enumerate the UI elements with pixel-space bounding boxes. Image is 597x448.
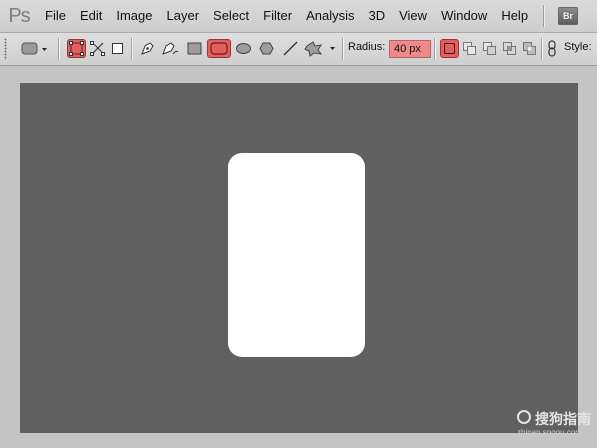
menu-3d[interactable]: 3D [361,5,392,27]
link-layer-style-button[interactable] [545,39,559,58]
options-divider [541,38,542,60]
pen-icon [141,42,154,55]
menu-image[interactable]: Image [109,5,159,27]
options-divider [342,38,343,60]
fill-pixels-button[interactable] [108,39,127,58]
freeform-pen-icon [162,42,179,55]
freeform-pen-tool-button[interactable] [160,39,179,58]
polygon-icon [259,42,274,55]
ellipse-tool-button[interactable] [234,39,253,58]
options-divider [58,38,59,60]
add-to-shape-area-button[interactable] [460,39,479,58]
intersect-shape-areas-icon [503,42,516,55]
custom-shape-tool-button[interactable] [304,39,338,58]
exclude-overlapping-areas-button[interactable] [520,39,539,58]
watermark-url: zhinan.sogou.com [517,428,582,437]
rounded-rectangle-tool-button[interactable] [207,39,231,58]
create-new-shape-layer-button[interactable] [440,39,459,58]
watermark-title: 搜狗指南 [535,411,591,427]
chevron-down-icon [330,47,335,50]
document-canvas[interactable]: 搜狗指南 zhinan.sogou.com [20,83,591,437]
shape-layers-icon [69,41,84,56]
line-icon [283,41,298,56]
new-shape-layer-icon [444,43,455,54]
radius-label: Radius: [348,41,386,53]
rectangle-tool-button[interactable] [185,39,204,58]
menu-edit[interactable]: Edit [73,5,109,27]
menu-file[interactable]: File [38,5,73,27]
ellipse-icon [236,43,251,54]
polygon-tool-button[interactable] [257,39,276,58]
bridge-button[interactable]: Br [558,7,579,25]
rounded-rectangle-icon [210,42,228,55]
tool-preset-picker[interactable] [20,39,50,58]
subtract-shape-area-icon [483,42,496,55]
line-tool-button[interactable] [281,39,300,58]
menu-view[interactable]: View [392,5,434,27]
options-divider [434,38,435,60]
exclude-overlapping-areas-icon [523,42,536,55]
workspace: 搜狗指南 zhinan.sogou.com [0,66,597,448]
intersect-shape-areas-button[interactable] [500,39,519,58]
options-bar-grip[interactable] [4,38,7,60]
custom-shape-icon [304,41,335,57]
menu-select[interactable]: Select [206,5,256,27]
menu-divider [543,5,545,27]
menu-window[interactable]: Window [434,5,494,27]
menu-layer[interactable]: Layer [160,5,207,27]
pen-tool-button[interactable] [138,39,157,58]
options-bar: Radius: 40 px Style: [0,33,597,66]
options-divider [131,38,132,60]
sogou-logo-icon [517,410,531,424]
menu-analysis[interactable]: Analysis [299,5,361,27]
photoshop-logo: Ps [8,4,30,27]
menu-bar: Ps File Edit Image Layer Select Filter A… [0,0,597,33]
style-label: Style: [564,41,592,53]
shape-layers-button[interactable] [67,39,86,58]
paths-icon [90,41,105,56]
fill-pixels-icon [112,43,123,54]
subtract-from-shape-area-button[interactable] [480,39,499,58]
rounded-rectangle-shape[interactable] [228,153,365,357]
menu-help[interactable]: Help [494,5,535,27]
paths-button[interactable] [88,39,107,58]
add-shape-area-icon [463,42,476,55]
radius-input[interactable]: 40 px [389,40,431,58]
watermark: 搜狗指南 zhinan.sogou.com [517,409,597,439]
menu-filter[interactable]: Filter [256,5,299,27]
rectangle-icon [187,42,202,55]
link-icon [548,40,556,57]
rounded-rect-preset-icon [21,42,47,55]
